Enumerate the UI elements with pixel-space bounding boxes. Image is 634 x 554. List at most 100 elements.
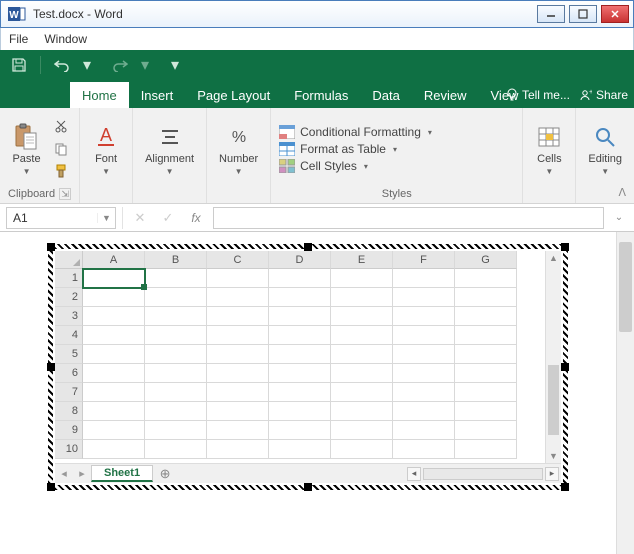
column-header[interactable]: F xyxy=(393,251,455,269)
cell[interactable] xyxy=(145,364,207,383)
new-sheet-button[interactable]: ⊕ xyxy=(153,466,177,482)
cell[interactable] xyxy=(393,269,455,288)
row-header[interactable]: 5 xyxy=(55,345,83,364)
column-header[interactable]: E xyxy=(331,251,393,269)
document-vertical-scrollbar[interactable] xyxy=(616,232,634,554)
cell[interactable] xyxy=(83,421,145,440)
collapse-ribbon-button[interactable]: ᐱ xyxy=(618,186,626,199)
cell[interactable] xyxy=(207,383,269,402)
cell[interactable] xyxy=(269,364,331,383)
cell[interactable] xyxy=(207,345,269,364)
cell[interactable] xyxy=(145,440,207,459)
embedded-spreadsheet-object[interactable]: 12345678910 ABCDEFG ▲ ▼ ◂ ▸ Sheet1 xyxy=(48,244,568,490)
cell[interactable] xyxy=(455,383,517,402)
cell[interactable] xyxy=(269,402,331,421)
format-as-table-button[interactable]: Format as Table▾ xyxy=(279,142,432,156)
cell[interactable] xyxy=(207,326,269,345)
sheet-nav-prev[interactable]: ▸ xyxy=(73,467,91,480)
cell[interactable] xyxy=(393,326,455,345)
row-header[interactable]: 3 xyxy=(55,307,83,326)
cell[interactable] xyxy=(331,402,393,421)
column-header[interactable]: C xyxy=(207,251,269,269)
cell[interactable] xyxy=(269,345,331,364)
name-box-dropdown[interactable]: ▼ xyxy=(97,213,115,223)
cell[interactable] xyxy=(393,345,455,364)
row-header[interactable]: 6 xyxy=(55,364,83,383)
cell[interactable] xyxy=(269,326,331,345)
sheet-tab-active[interactable]: Sheet1 xyxy=(91,465,153,482)
scroll-down-arrow[interactable]: ▼ xyxy=(546,449,561,463)
sheet-vscroll-thumb[interactable] xyxy=(548,365,559,435)
font-button[interactable]: A Font ▼ xyxy=(88,121,124,178)
cell[interactable] xyxy=(393,440,455,459)
clipboard-launcher[interactable]: ⇲ xyxy=(59,188,71,200)
cell[interactable] xyxy=(393,307,455,326)
row-header[interactable]: 9 xyxy=(55,421,83,440)
cell[interactable] xyxy=(83,364,145,383)
resize-handle-ml[interactable] xyxy=(47,363,55,371)
row-header[interactable]: 7 xyxy=(55,383,83,402)
paste-button[interactable]: Paste ▼ xyxy=(8,121,44,178)
name-box[interactable]: A1 ▼ xyxy=(6,207,116,229)
select-all-corner[interactable] xyxy=(55,251,83,269)
cell[interactable] xyxy=(393,402,455,421)
alignment-button[interactable]: Alignment ▼ xyxy=(141,121,198,178)
cell[interactable] xyxy=(145,307,207,326)
redo-button[interactable] xyxy=(107,54,133,76)
cell[interactable] xyxy=(393,288,455,307)
share-button[interactable]: + Share xyxy=(580,88,628,102)
expand-formula-bar[interactable]: ⌄ xyxy=(610,212,628,223)
editing-button[interactable]: Editing ▼ xyxy=(584,121,626,178)
cell[interactable] xyxy=(331,440,393,459)
hscroll-right[interactable]: ▸ xyxy=(545,467,559,481)
cell[interactable] xyxy=(83,326,145,345)
format-painter-button[interactable] xyxy=(51,162,71,180)
cell[interactable] xyxy=(331,421,393,440)
resize-handle-br[interactable] xyxy=(561,483,569,491)
enter-formula-button[interactable]: ✓ xyxy=(157,207,179,229)
column-header[interactable]: B xyxy=(145,251,207,269)
tab-formulas[interactable]: Formulas xyxy=(282,82,360,108)
cell[interactable] xyxy=(455,326,517,345)
column-header[interactable]: D xyxy=(269,251,331,269)
row-header[interactable]: 1 xyxy=(55,269,83,288)
cell[interactable] xyxy=(455,288,517,307)
resize-handle-bc[interactable] xyxy=(304,483,312,491)
undo-dropdown[interactable]: ▾ xyxy=(83,55,99,75)
resize-handle-bl[interactable] xyxy=(47,483,55,491)
resize-handle-tr[interactable] xyxy=(561,243,569,251)
cell[interactable] xyxy=(269,383,331,402)
cell[interactable] xyxy=(455,345,517,364)
cell[interactable] xyxy=(207,269,269,288)
cell[interactable] xyxy=(455,364,517,383)
cell[interactable] xyxy=(393,421,455,440)
cell[interactable] xyxy=(455,307,517,326)
row-header[interactable]: 8 xyxy=(55,402,83,421)
cell[interactable] xyxy=(83,288,145,307)
save-button[interactable] xyxy=(6,54,32,76)
cell[interactable] xyxy=(455,269,517,288)
tell-me[interactable]: Tell me... xyxy=(506,88,570,102)
cut-button[interactable] xyxy=(51,118,71,136)
cell[interactable] xyxy=(331,326,393,345)
cell[interactable] xyxy=(331,269,393,288)
cell[interactable] xyxy=(83,383,145,402)
cell[interactable] xyxy=(83,440,145,459)
cell[interactable] xyxy=(393,364,455,383)
cell[interactable] xyxy=(207,364,269,383)
cell[interactable] xyxy=(269,307,331,326)
qat-customize[interactable]: ▾ xyxy=(171,55,187,75)
cells-button[interactable]: Cells ▼ xyxy=(531,121,567,178)
cell[interactable] xyxy=(269,288,331,307)
cell[interactable] xyxy=(331,364,393,383)
cell[interactable] xyxy=(145,402,207,421)
cell[interactable] xyxy=(207,307,269,326)
cell[interactable] xyxy=(331,307,393,326)
resize-handle-mr[interactable] xyxy=(561,363,569,371)
row-header[interactable]: 2 xyxy=(55,288,83,307)
tab-home[interactable]: Home xyxy=(70,82,129,108)
cancel-formula-button[interactable]: ✕ xyxy=(129,207,151,229)
cell[interactable] xyxy=(207,440,269,459)
resize-handle-tc[interactable] xyxy=(304,243,312,251)
number-button[interactable]: % Number ▼ xyxy=(215,121,262,178)
